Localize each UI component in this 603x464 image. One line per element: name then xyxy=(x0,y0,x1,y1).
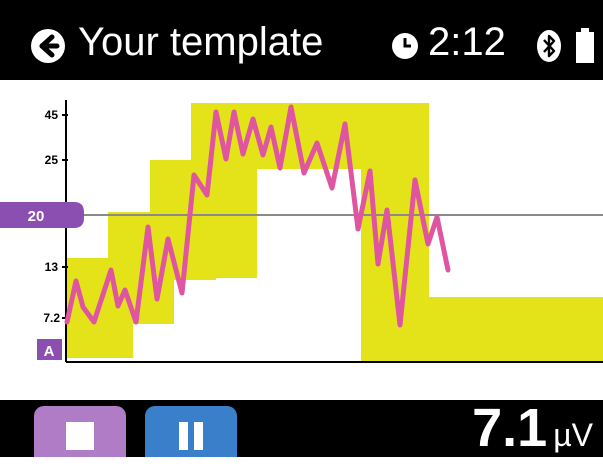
battery-icon xyxy=(576,28,594,63)
header-bar: Your template 2:12 xyxy=(0,0,603,80)
page-title: Your template xyxy=(78,20,324,64)
bluetooth-icon xyxy=(537,30,561,62)
back-arrow-icon[interactable] xyxy=(30,28,66,64)
signal-plot: 45 25 13 7.2 20 A xyxy=(0,80,603,400)
channel-badge: A xyxy=(37,339,62,360)
pause-icon xyxy=(179,422,188,450)
threshold-marker[interactable]: 20 xyxy=(0,202,84,228)
reading-unit: µV xyxy=(553,417,593,453)
footer-bar: 7.1 µV xyxy=(0,400,603,457)
stop-button[interactable] xyxy=(34,406,126,457)
threshold-label: 20 xyxy=(28,208,45,225)
signal-reading: 7.1 µV xyxy=(472,400,593,464)
y-tick-label: 7.2 xyxy=(43,311,60,325)
channel-label: A xyxy=(44,343,55,360)
y-tick-label: 13 xyxy=(45,260,59,274)
clock-icon xyxy=(392,33,418,59)
y-tick-label: 25 xyxy=(45,153,59,167)
clock-time: 2:12 xyxy=(428,20,506,64)
reading-value: 7.1 xyxy=(472,398,548,458)
pause-button[interactable] xyxy=(145,406,237,457)
stop-icon xyxy=(66,422,94,450)
y-tick-label: 45 xyxy=(45,108,59,122)
pause-icon xyxy=(194,422,203,450)
